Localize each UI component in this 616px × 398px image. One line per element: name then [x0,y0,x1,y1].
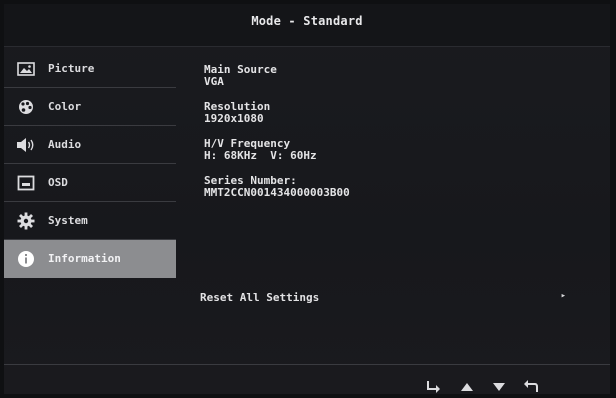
menu-item-audio[interactable]: Audio [4,126,176,164]
serial-value: MMT2CCN001434000003B00 [204,186,350,199]
main-source-value: VGA [204,75,224,88]
osd-menu: Picture Color Audio OSD System Informati… [4,50,176,278]
up-arrow-icon[interactable] [456,378,478,394]
menu-item-osd[interactable]: OSD [4,164,176,202]
reset-all-settings-row[interactable]: Reset All Settings ▸ [200,291,570,304]
back-icon[interactable] [520,378,542,394]
main-source-block: Main Source VGA [204,64,350,88]
chevron-right-icon: ▸ [560,291,566,301]
osd-title-bar: Mode - Standard [4,4,610,47]
serial-block: Series Number: MMT2CCN001434000003B00 [204,175,350,199]
color-palette-icon [16,99,36,115]
main-source-label: Main Source [204,63,277,76]
menu-item-label: Color [48,100,82,113]
menu-item-label: OSD [48,176,68,189]
menu-item-picture[interactable]: Picture [4,50,176,88]
enter-icon[interactable] [422,378,444,394]
frequency-block: H/V Frequency H: 68KHz V: 60Hz [204,138,350,162]
resolution-block: Resolution 1920x1080 [204,101,350,125]
menu-item-system[interactable]: System [4,202,176,240]
menu-item-color[interactable]: Color [4,88,176,126]
osd-window-icon [16,175,36,191]
information-panel: Main Source VGA Resolution 1920x1080 H/V… [204,64,350,212]
mode-title: Mode - Standard [251,14,363,28]
menu-item-label: System [48,214,88,227]
reset-all-settings-label: Reset All Settings [200,291,320,304]
info-icon [16,250,36,267]
frequency-value: H: 68KHz V: 60Hz [204,149,317,162]
divider [4,364,610,365]
monitor-osd-panel: Mode - Standard Picture Color Audio OSD … [4,4,610,394]
menu-item-label: Picture [48,62,95,75]
picture-icon [16,61,36,77]
menu-item-information[interactable]: Information [4,240,176,278]
down-arrow-icon[interactable] [488,378,510,394]
speaker-icon [16,137,36,153]
menu-item-label: Information [48,252,121,265]
gear-icon [16,212,36,229]
resolution-value: 1920x1080 [204,112,264,125]
menu-item-label: Audio [48,138,82,151]
